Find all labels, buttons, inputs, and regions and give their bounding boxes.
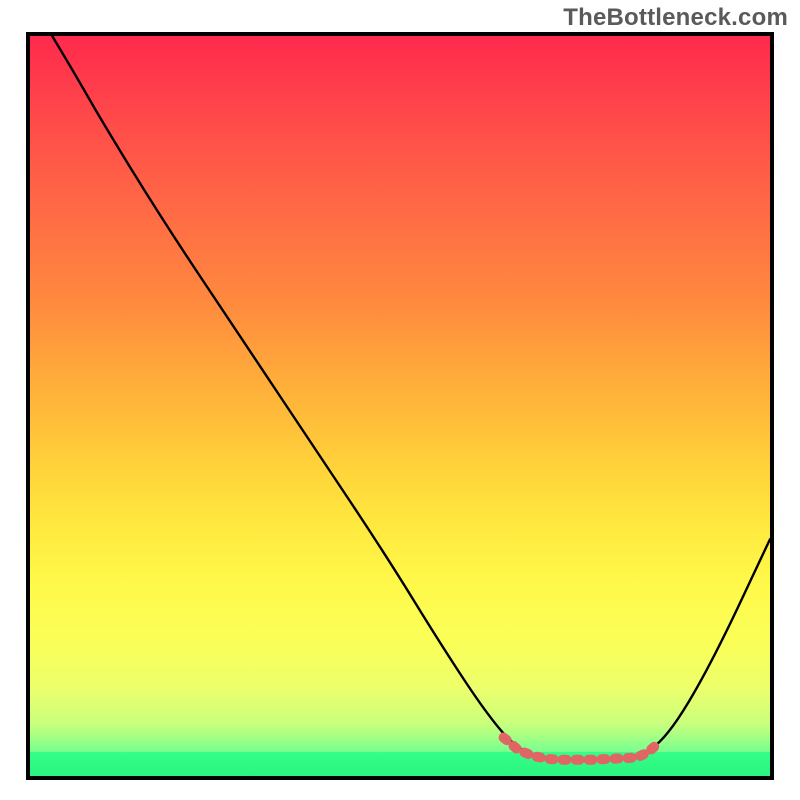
watermark-text: TheBottleneck.com [563, 4, 788, 32]
bottleneck-curve [52, 36, 770, 759]
chart-frame: TheBottleneck.com [0, 0, 800, 800]
plot-area [26, 32, 774, 780]
optimal-range-marker [504, 738, 659, 760]
curve-layer [30, 36, 770, 776]
